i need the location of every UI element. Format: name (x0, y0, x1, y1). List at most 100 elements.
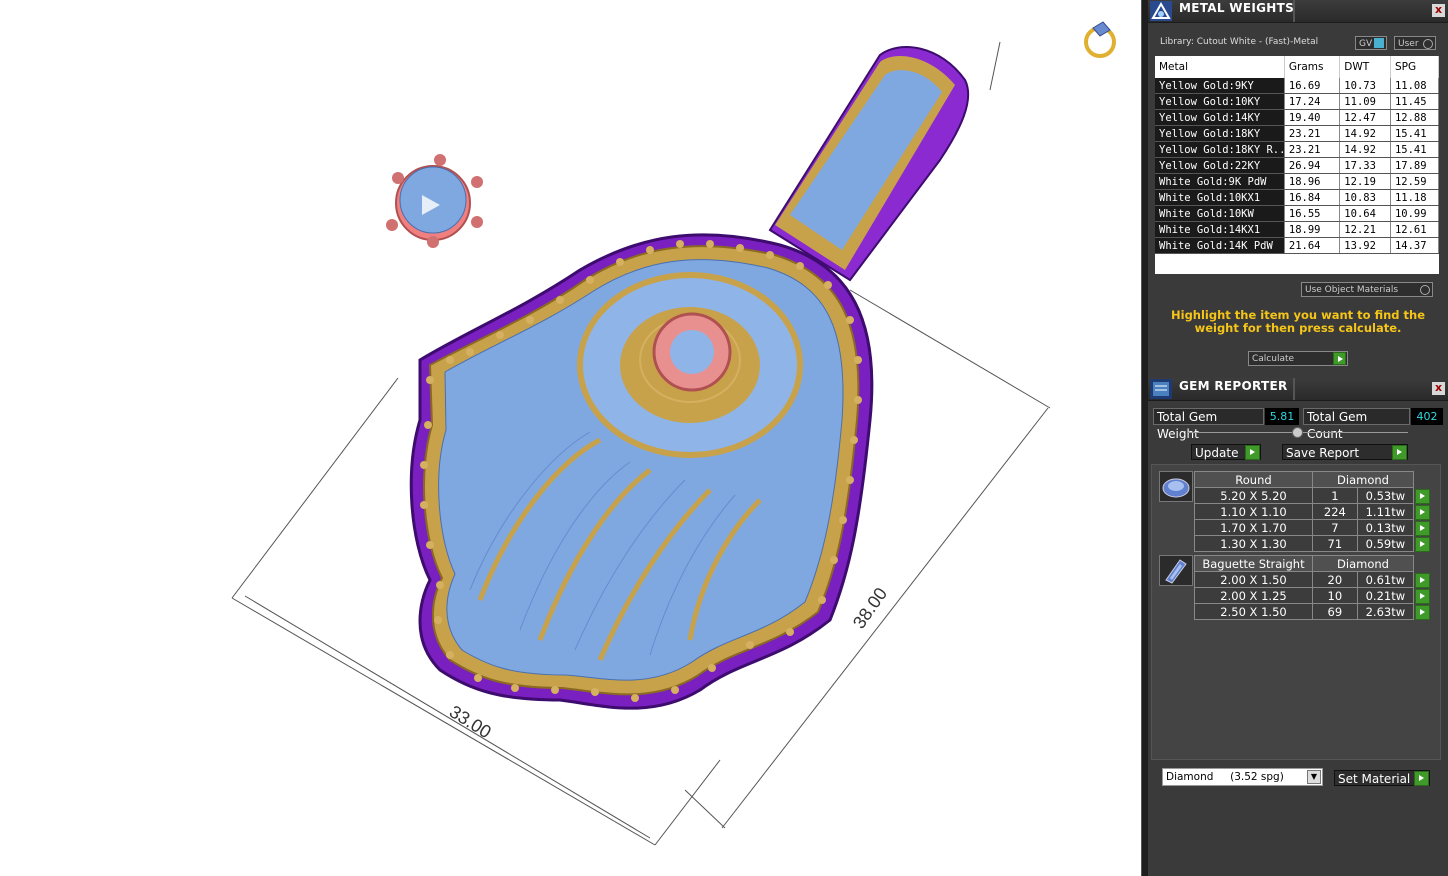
baguette-gem-icon (1159, 555, 1193, 586)
dwt-cell: 17.33 (1339, 157, 1391, 174)
table-row[interactable]: Yellow Gold:9KY 16.69 10.73 11.08 (1155, 78, 1439, 94)
gem-material: Diamond (1312, 555, 1414, 572)
set-material-button[interactable]: Set Material (1334, 770, 1430, 786)
gem-reporter-header: GEM REPORTER x (1148, 378, 1448, 401)
dwt-cell: 10.73 (1339, 78, 1391, 94)
gv-toggle[interactable]: GV (1355, 36, 1387, 50)
metal-cell: Yellow Gold:14KY (1155, 109, 1285, 126)
save-report-label: Save Report (1286, 446, 1360, 460)
gem-size-cell: 5.20 X 5.20 (1194, 487, 1313, 504)
gem-reporter-title: GEM REPORTER (1179, 379, 1288, 393)
spg-cell: 15.41 (1390, 141, 1439, 158)
gem-count-cell: 69 (1312, 603, 1358, 620)
grams-cell: 16.84 (1284, 189, 1341, 206)
gem-size-cell: 2.00 X 1.50 (1194, 571, 1313, 588)
dwt-cell: 14.92 (1339, 141, 1391, 158)
metal-cell: White Gold:9K PdW (1155, 173, 1285, 190)
gem-list-area[interactable]: Round Diamond 5.20 X 5.20 1 0.53tw 1.10 X 1… (1151, 464, 1441, 760)
play-icon (1414, 771, 1429, 786)
grams-cell: 18.96 (1284, 173, 1341, 190)
gem-row-action[interactable] (1414, 588, 1430, 604)
metal-cell: White Gold:10KW (1155, 205, 1285, 222)
table-row[interactable]: White Gold:9K PdW 18.96 12.19 12.59 (1155, 173, 1439, 190)
table-row[interactable]: White Gold:14K PdW 21.64 13.92 14.37 (1155, 237, 1439, 254)
gem-weight-cell: 1.11tw (1356, 503, 1415, 520)
use-object-materials-label: Use Object Materials (1305, 285, 1399, 295)
calculate-button[interactable]: Calculate (1248, 351, 1348, 366)
report-slider-knob[interactable] (1292, 427, 1303, 438)
play-icon (1415, 520, 1430, 536)
table-row[interactable]: White Gold:10KW 16.55 10.64 10.99 (1155, 205, 1439, 222)
save-report-button[interactable]: Save Report (1282, 444, 1408, 460)
table-row[interactable]: White Gold:14KX1 18.99 12.21 12.61 (1155, 221, 1439, 238)
col-header-spg[interactable]: SPG (1390, 56, 1439, 78)
table-row[interactable]: Yellow Gold:10KY 17.24 11.09 11.45 (1155, 93, 1439, 110)
metal-cell: White Gold:14K PdW (1155, 237, 1285, 254)
spg-cell: 12.59 (1390, 173, 1439, 190)
gem-row[interactable]: 5.20 X 5.20 1 0.53tw (1194, 487, 1430, 504)
update-button[interactable]: Update (1191, 444, 1261, 460)
spg-cell: 15.41 (1390, 125, 1439, 142)
table-row[interactable]: White Gold:10KX1 16.84 10.83 11.18 (1155, 189, 1439, 206)
gem-weight-cell: 0.21tw (1356, 587, 1415, 604)
table-row[interactable]: Yellow Gold:14KY 19.40 12.47 12.88 (1155, 109, 1439, 126)
gem-weight-cell: 0.53tw (1356, 487, 1415, 504)
user-dropdown[interactable]: User (1394, 36, 1436, 50)
gem-row[interactable]: 2.50 X 1.50 69 2.63tw (1194, 603, 1430, 620)
gem-material: Diamond (1312, 471, 1414, 488)
dwt-cell: 12.21 (1339, 221, 1391, 238)
gem-shape: Baguette Straight (1194, 555, 1313, 572)
grams-cell: 17.24 (1284, 93, 1341, 110)
metal-weights-table[interactable]: Metal Grams DWT SPG Yellow Gold:9KY 16.69… (1155, 56, 1439, 274)
gem-shape: Round (1194, 471, 1313, 488)
spg-cell: 14.37 (1390, 237, 1439, 254)
gem-row[interactable]: 1.70 X 1.70 7 0.13tw (1194, 519, 1430, 536)
material-select[interactable]: Diamond (3.52 spg) ▼ (1162, 768, 1323, 786)
table-row[interactable]: Yellow Gold:22KY 26.94 17.33 17.89 (1155, 157, 1439, 174)
dwt-cell: 11.09 (1339, 93, 1391, 110)
dimension-label-height: 38.00 (849, 584, 891, 632)
gem-count-cell: 10 (1312, 587, 1358, 604)
gem-row-action[interactable] (1414, 488, 1430, 504)
metal-weights-header: METAL WEIGHTS x (1148, 0, 1448, 23)
grams-cell: 21.64 (1284, 237, 1341, 254)
pendant-bail (768, 46, 970, 282)
table-row[interactable]: Yellow Gold:18KY R... 23.21 14.92 15.41 (1155, 141, 1439, 158)
gv-label: GV (1359, 39, 1373, 49)
gem-weight-cell: 2.63tw (1356, 603, 1415, 620)
total-gem-count-value: 402 (1411, 408, 1443, 425)
col-header-grams[interactable]: Grams (1284, 56, 1341, 78)
grams-cell: 18.99 (1284, 221, 1341, 238)
play-icon (1415, 588, 1430, 604)
close-icon[interactable]: x (1432, 382, 1445, 395)
gem-row[interactable]: 1.10 X 1.10 224 1.11tw (1194, 503, 1430, 520)
hamsa-pendant-render: 33.00 38.00 (231, 21, 1116, 846)
gem-count-cell: 7 (1312, 519, 1358, 536)
gem-row[interactable]: 2.00 X 1.25 10 0.21tw (1194, 587, 1430, 604)
baguette-gem-table: Baguette Straight Diamond 2.00 X 1.50 20 0… (1194, 555, 1430, 620)
3d-viewport[interactable]: 33.00 38.00 (0, 0, 1141, 876)
metal-weights-icon (1150, 1, 1172, 21)
spg-cell: 12.88 (1390, 109, 1439, 126)
col-header-dwt[interactable]: DWT (1339, 56, 1391, 78)
set-material-label: Set Material (1338, 772, 1411, 786)
gem-row[interactable]: 2.00 X 1.50 20 0.61tw (1194, 571, 1430, 588)
gem-row-action[interactable] (1414, 520, 1430, 536)
dwt-cell: 10.83 (1339, 189, 1391, 206)
gem-row-action[interactable] (1414, 572, 1430, 588)
gem-row-action[interactable] (1414, 504, 1430, 520)
gem-size-cell: 1.10 X 1.10 (1194, 503, 1313, 520)
spg-cell: 11.45 (1390, 93, 1439, 110)
gem-row-action[interactable] (1414, 536, 1430, 552)
play-icon (1392, 445, 1407, 460)
metal-cell: Yellow Gold:22KY (1155, 157, 1285, 174)
material-select-value: Diamond (3.52 spg) (1166, 771, 1284, 783)
gem-row[interactable]: 1.30 X 1.30 71 0.59tw (1194, 535, 1430, 552)
gem-row-action[interactable] (1414, 604, 1430, 620)
col-header-metal[interactable]: Metal (1155, 56, 1285, 78)
use-object-materials-toggle[interactable]: Use Object Materials (1301, 282, 1433, 297)
total-gem-count-label: Total Gem Count (1303, 408, 1410, 441)
table-row[interactable]: Yellow Gold:18KY 23.21 14.92 15.41 (1155, 125, 1439, 142)
grams-cell: 23.21 (1284, 141, 1341, 158)
close-icon[interactable]: x (1432, 4, 1445, 17)
